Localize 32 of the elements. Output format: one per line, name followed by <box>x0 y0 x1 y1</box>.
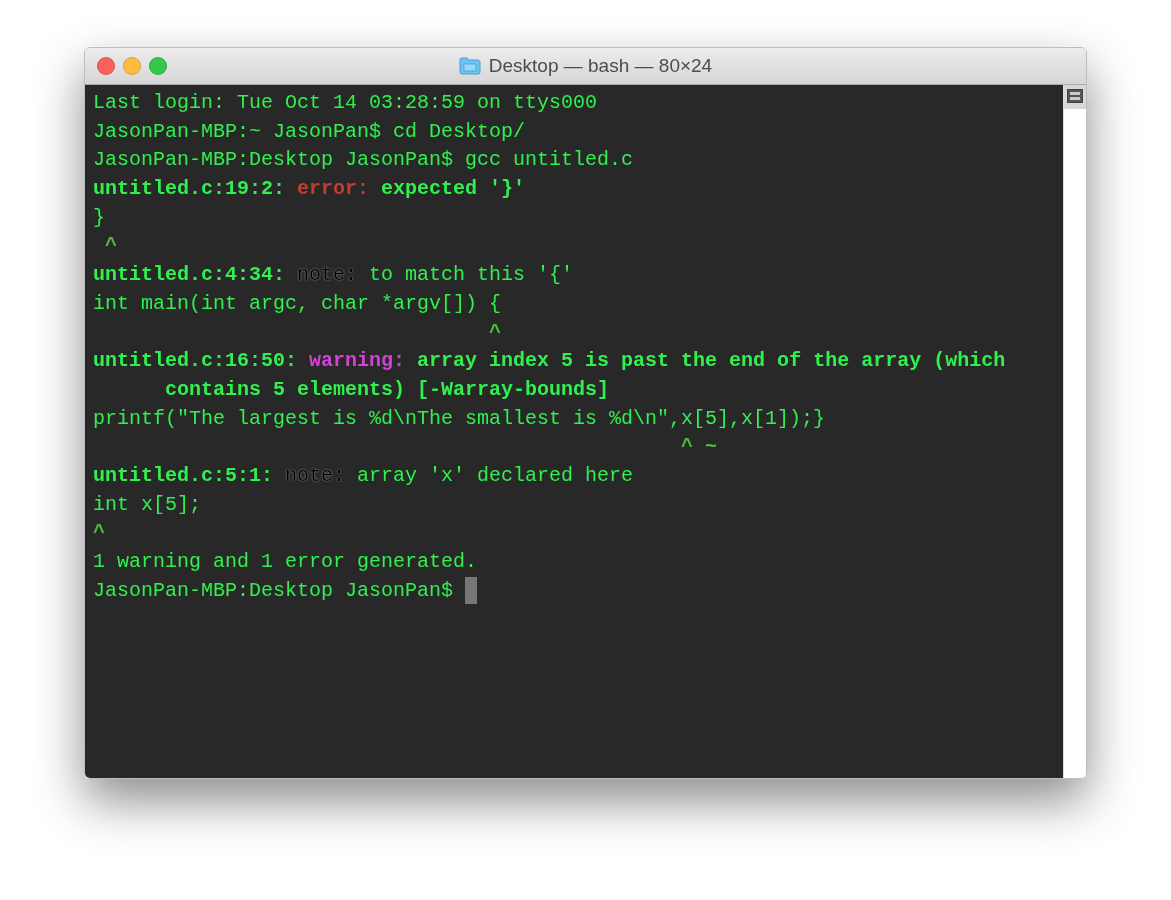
terminal-text: untitled.c:5:1: <box>93 463 275 487</box>
terminal-text: array index 5 is past the end of the array (which <box>416 349 1006 373</box>
terminal-text: JasonPan-MBP:Desktop JasonPan$ gcc untitled.c <box>93 148 634 172</box>
close-button[interactable] <box>97 57 115 75</box>
terminal-text: 1 warning and 1 error generated. <box>93 550 478 573</box>
terminal-text: Last login: Tue Oct 14 03:28:59 on ttys000 <box>93 91 598 114</box>
caret-marker: ^ <box>104 234 117 258</box>
warning-label: warning: <box>309 349 406 373</box>
terminal-text: expected '}' <box>380 177 526 201</box>
terminal-text: JasonPan-MBP:~ JasonPan$ cd Desktop/ <box>93 119 526 143</box>
terminal-text: untitled.c:16:50: <box>93 349 299 373</box>
terminal-text: untitled.c:4:34: <box>93 263 287 287</box>
zoom-button[interactable] <box>149 57 167 75</box>
brackets-glyph: [] <box>441 291 466 315</box>
caret-marker: ^ <box>488 320 502 344</box>
caret-marker: ^ ~ <box>680 435 718 459</box>
terminal-text: to match this '{' <box>368 263 574 287</box>
caret-marker: ^ <box>93 521 105 545</box>
folder-icon <box>458 57 481 75</box>
error-label: error: <box>297 177 370 201</box>
minimize-button[interactable] <box>123 57 141 75</box>
terminal-text: ) { <box>465 291 502 315</box>
split-pane-icon[interactable] <box>1067 89 1083 103</box>
terminal-text: printf("The largest is %d\nThe smallest is %d\n",x[5],x[1]);} <box>93 406 826 430</box>
terminal-text: untitled.c:19:2: <box>93 177 287 201</box>
terminal-text: JasonPan-MBP:Desktop JasonPan$ <box>93 578 455 602</box>
terminal-text: int x[5]; <box>93 492 202 516</box>
terminal-text: } <box>93 205 105 229</box>
terminal-text: array 'x' declared here <box>356 463 634 487</box>
terminal-text: int main(int argc, char *argv <box>93 291 442 315</box>
terminal-text: contains 5 elements) [-Warray-bounds] <box>164 377 610 401</box>
window-title: Desktop — bash — 80×24 <box>488 55 713 77</box>
